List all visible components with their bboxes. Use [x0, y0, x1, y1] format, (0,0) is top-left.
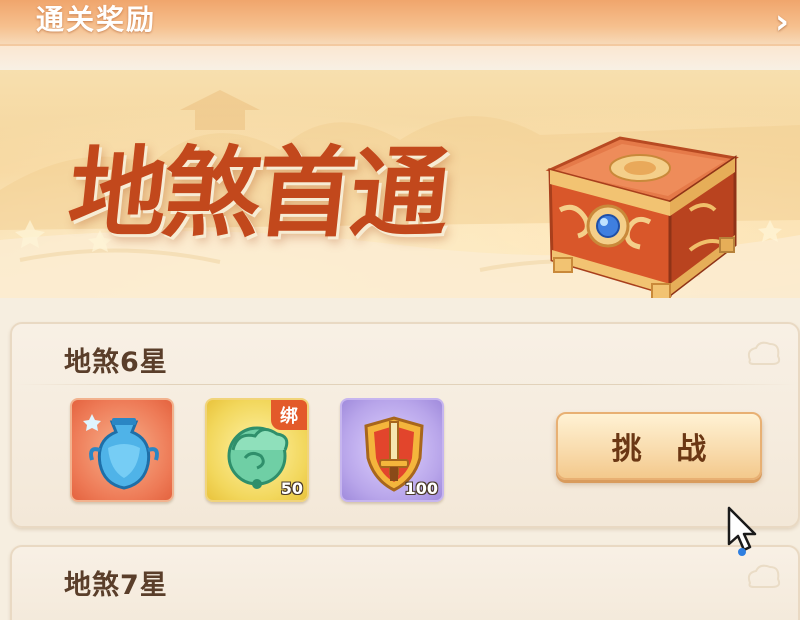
- reward-item-shield[interactable]: 100: [340, 398, 444, 502]
- cloud-ornament-icon: [747, 564, 781, 588]
- header-divider: [0, 46, 800, 72]
- reward-item-jade[interactable]: 绑 50: [205, 398, 309, 502]
- reward-card-7-star: 地煞7星: [10, 545, 800, 620]
- reward-tier-title: 地煞6星: [64, 347, 168, 378]
- treasure-chest-icon: [545, 136, 739, 298]
- page-title: 通关奖励: [36, 3, 157, 36]
- item-count: 100: [404, 479, 438, 498]
- reward-card-6-star: 地煞6星 绑 50 100 挑 战: [10, 322, 800, 528]
- blue-vase-icon: [83, 414, 159, 490]
- mouse-cursor-icon: [727, 506, 757, 556]
- close-chevron-icon[interactable]: ›: [768, 0, 796, 44]
- challenge-button[interactable]: 挑 战: [556, 412, 762, 480]
- reward-item-vase[interactable]: [70, 398, 174, 502]
- reward-tier-title: 地煞7星: [64, 570, 168, 601]
- bound-tag: 绑: [271, 400, 307, 430]
- card-divider: [16, 384, 794, 385]
- item-count: 50: [280, 479, 303, 498]
- banner: 地煞首通: [0, 70, 800, 298]
- banner-title: 地煞首通: [63, 136, 452, 251]
- cloud-ornament-icon: [747, 341, 781, 365]
- header-bar: 通关奖励 ›: [0, 0, 800, 46]
